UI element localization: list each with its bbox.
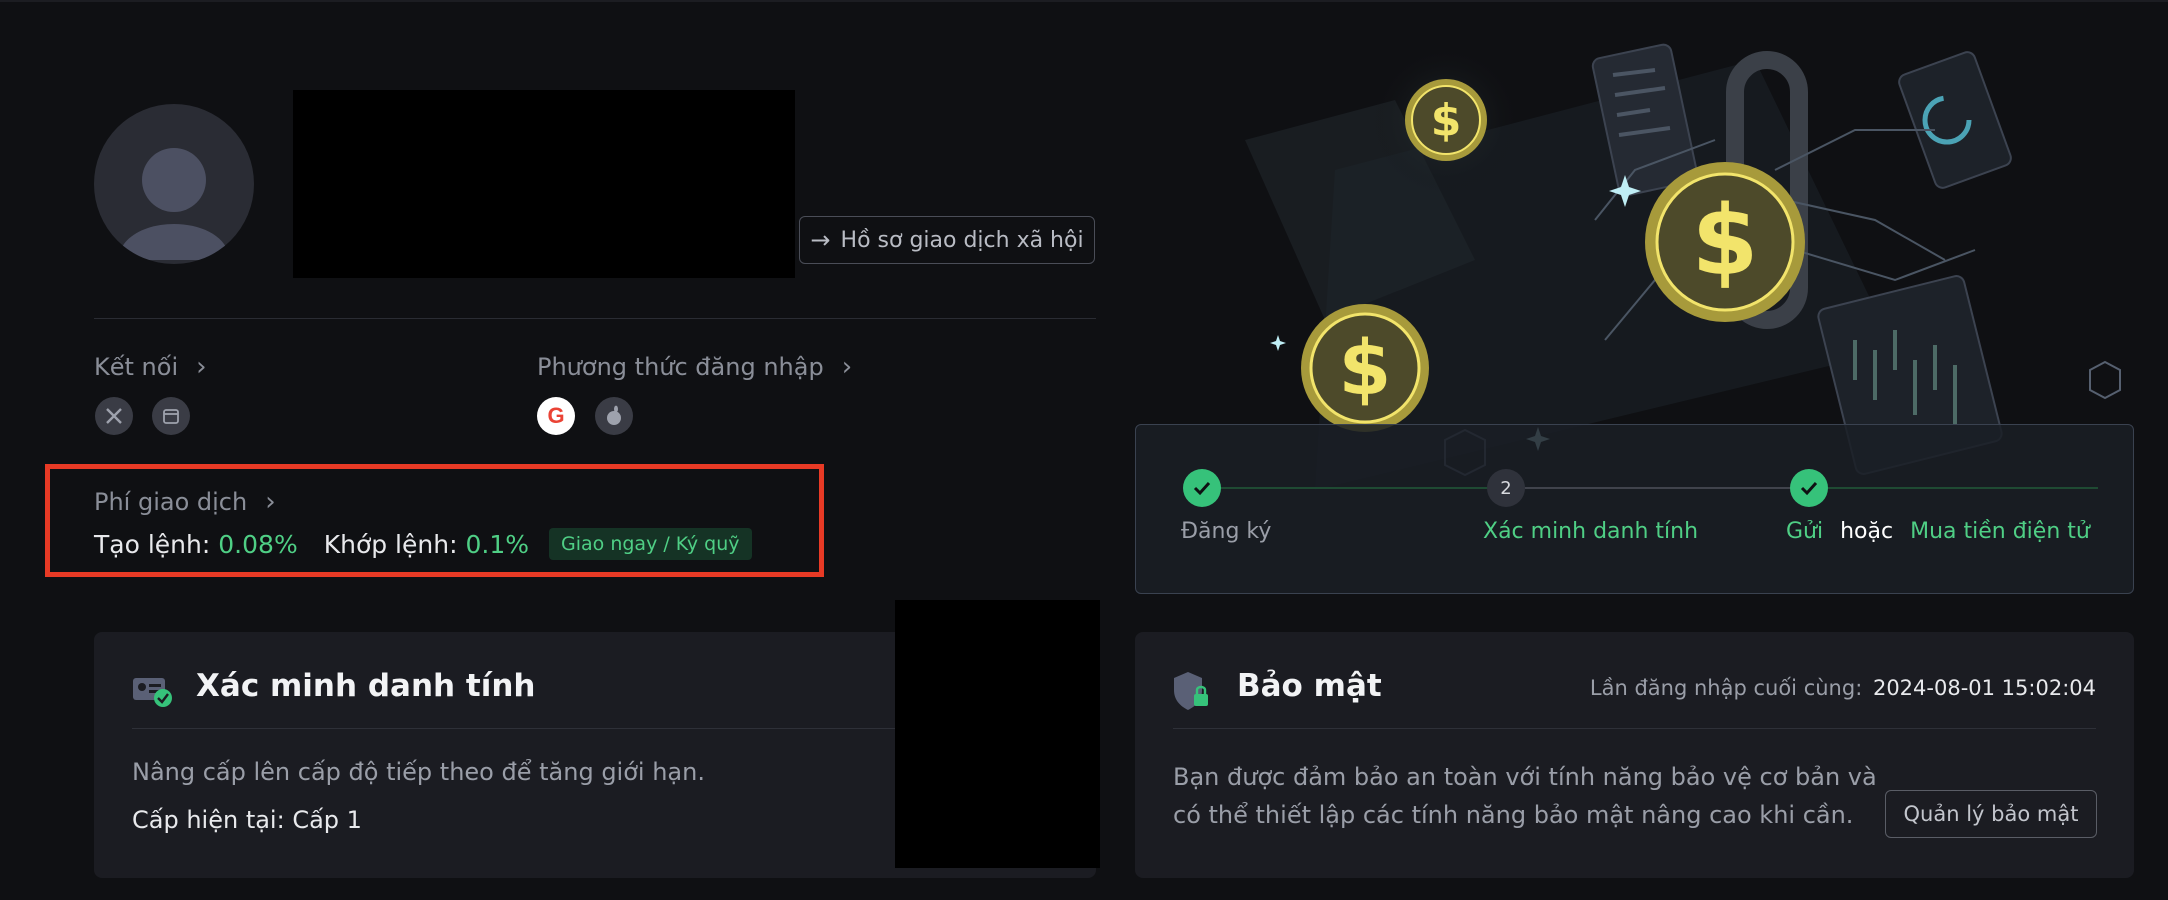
security-card-description: Bạn được đảm bảo an toàn với tính năng b… <box>1173 758 1877 834</box>
social-trading-profile-button[interactable]: → Hồ sơ giao dịch xã hội <box>799 216 1095 264</box>
avatar[interactable] <box>94 104 254 264</box>
identity-card-title: Xác minh danh tính <box>196 668 536 704</box>
chevron-right-icon: › <box>841 352 853 382</box>
step-deposit-label: Gửi hoặc Mua tiền điện tử <box>1786 519 2090 544</box>
redacted-block <box>895 600 1100 868</box>
taker-fee-value: 0.1% <box>465 529 530 559</box>
identity-card-description: Nâng cấp lên cấp độ tiếp theo để tăng gi… <box>132 758 705 786</box>
step-connector <box>1220 487 1505 489</box>
step-verify-label[interactable]: Xác minh danh tính <box>1483 519 1698 544</box>
redacted-username <box>293 90 795 278</box>
fee-row: Tạo lệnh: 0.08% Khớp lệnh: 0.1% Giao nga… <box>94 528 752 560</box>
trading-fee-header[interactable]: Phí giao dịch › <box>94 487 276 517</box>
hero-illustration: $ $ $ <box>1245 43 2121 490</box>
or-text: hoặc <box>1840 519 1894 544</box>
maker-fee-value: 0.08% <box>218 529 298 559</box>
buy-crypto-link[interactable]: Mua tiền điện tử <box>1910 519 2090 544</box>
shield-lock-icon <box>1174 672 1208 710</box>
step-deposit-check-icon <box>1790 469 1828 507</box>
security-card: Bảo mật Lần đăng nhập cuối cùng: 2024-08… <box>1135 632 2134 878</box>
maker-fee-label: Tạo lệnh: <box>94 529 211 559</box>
login-methods-title: Phương thức đăng nhập <box>537 353 824 381</box>
manage-security-button[interactable]: Quản lý bảo mật <box>1885 790 2097 838</box>
step-connector <box>1828 487 2098 489</box>
connections-title: Kết nối <box>94 353 179 381</box>
svg-text:$: $ <box>1431 95 1462 146</box>
login-methods-header[interactable]: Phương thức đăng nhập › <box>537 352 852 382</box>
last-login: Lần đăng nhập cuối cùng: 2024-08-01 15:0… <box>1590 676 2096 700</box>
step-connector <box>1525 487 1795 489</box>
user-icon <box>118 148 230 260</box>
calendar-icon[interactable] <box>152 397 190 435</box>
step-register-check-icon <box>1183 469 1221 507</box>
divider <box>1173 728 2096 729</box>
id-card-icon <box>133 678 172 707</box>
divider <box>94 318 1096 319</box>
top-border <box>0 0 2168 2</box>
connections-header[interactable]: Kết nối › <box>94 352 207 382</box>
step-register-label: Đăng ký <box>1181 519 1272 544</box>
security-description-line-1: Bạn được đảm bảo an toàn với tính năng b… <box>1173 763 1877 791</box>
google-icon[interactable]: G <box>537 397 575 435</box>
x-icon[interactable] <box>95 397 133 435</box>
onboarding-steps-panel <box>1135 424 2134 594</box>
apple-icon[interactable] <box>595 397 633 435</box>
chevron-right-icon: › <box>196 352 207 382</box>
svg-text:$: $ <box>1339 323 1392 412</box>
chevron-right-icon: › <box>265 487 276 517</box>
deposit-link[interactable]: Gửi <box>1786 519 1823 544</box>
step-verify-number: 2 <box>1487 469 1525 507</box>
security-card-title: Bảo mật <box>1237 668 1382 704</box>
svg-text:$: $ <box>1692 185 1759 297</box>
security-description-line-2: có thể thiết lập các tính năng bảo mật n… <box>1173 801 1854 829</box>
last-login-value: 2024-08-01 15:02:04 <box>1872 676 2096 700</box>
fee-highlight-box <box>45 464 824 577</box>
taker-fee-label: Khớp lệnh: <box>323 529 458 559</box>
spot-margin-badge: Giao ngay / Ký quỹ <box>549 528 752 560</box>
social-trading-profile-label: Hồ sơ giao dịch xã hội <box>840 227 1084 253</box>
arrow-right-icon: → <box>810 226 831 254</box>
trading-fee-title: Phí giao dịch <box>94 488 248 516</box>
current-level-text: Cấp hiện tại: Cấp 1 <box>132 806 362 834</box>
last-login-label: Lần đăng nhập cuối cùng: <box>1589 676 1863 700</box>
